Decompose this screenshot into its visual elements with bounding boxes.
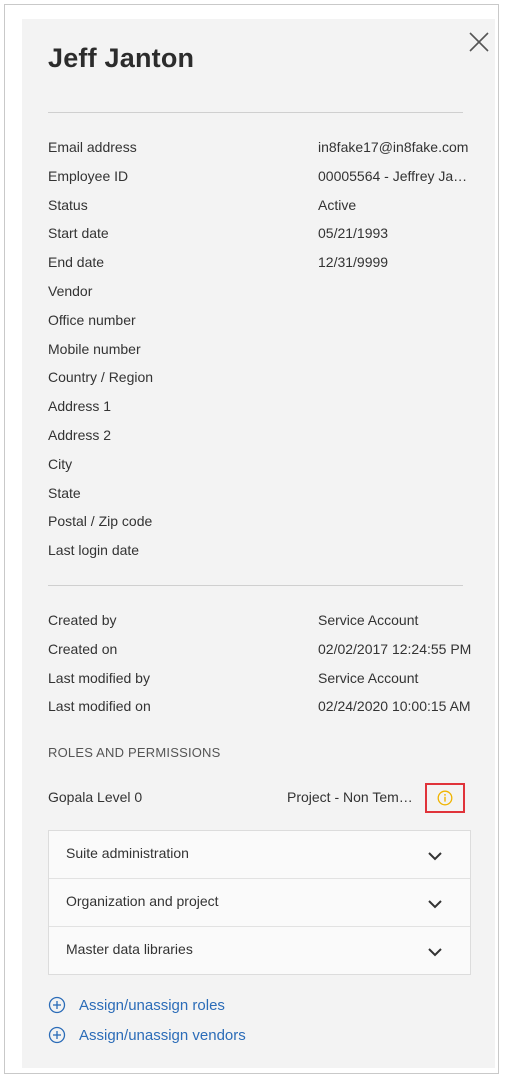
accordion-organization-and-project[interactable]: Organization and project xyxy=(49,879,470,927)
chevron-down-icon[interactable] xyxy=(427,946,443,958)
detail-label: Country / Region xyxy=(48,369,154,386)
detail-label: Vendor xyxy=(48,282,93,299)
detail-row-status: Status Active xyxy=(48,191,478,220)
accordion-label: Suite administration xyxy=(66,845,189,861)
link-label[interactable]: Assign/unassign vendors xyxy=(79,1027,246,1044)
audit-value: 02/24/2020 10:00:15 AM xyxy=(318,698,471,715)
detail-row-country-region: Country / Region xyxy=(48,363,478,392)
detail-row-email: Email address in8fake17@in8fake.com xyxy=(48,133,478,162)
detail-label: Postal / Zip code xyxy=(48,513,153,530)
detail-label: Address 2 xyxy=(48,426,112,443)
info-circle-icon[interactable] xyxy=(437,790,453,806)
detail-row-last-login: Last login date xyxy=(48,536,478,565)
detail-label: State xyxy=(48,484,81,501)
audit-label: Last modified by xyxy=(48,669,150,686)
detail-row-office-number: Office number xyxy=(48,306,478,335)
detail-row-start-date: Start date 05/21/1993 xyxy=(48,219,478,248)
detail-row-employee-id: Employee ID 00005564 - Jeffrey Janton xyxy=(48,162,478,191)
assign-roles-link[interactable]: Assign/unassign roles xyxy=(48,994,225,1016)
detail-value: Active xyxy=(318,196,357,213)
detail-label: Last login date xyxy=(48,542,140,559)
accordion-master-data-libraries[interactable]: Master data libraries xyxy=(49,927,470,974)
audit-row-created-on: Created on 02/02/2017 12:24:55 PM xyxy=(48,635,478,664)
divider xyxy=(48,585,463,586)
divider xyxy=(48,112,463,113)
detail-value: 00005564 - Jeffrey Janton xyxy=(318,167,473,184)
person-name: Jeff Janton xyxy=(48,43,195,73)
link-label[interactable]: Assign/unassign roles xyxy=(79,997,225,1014)
close-icon[interactable] xyxy=(467,30,491,54)
detail-label: Email address xyxy=(48,139,137,155)
audit-label: Created on xyxy=(48,640,118,657)
detail-row-mobile-number: Mobile number xyxy=(48,335,478,364)
detail-label: Status xyxy=(48,196,88,213)
detail-label: Start date xyxy=(48,225,109,242)
detail-label: End date xyxy=(48,254,105,271)
audit-value: 02/02/2017 12:24:55 PM xyxy=(318,640,472,657)
audit-row-last-modified-on: Last modified on 02/24/2020 10:00:15 AM xyxy=(48,692,478,721)
chevron-down-icon[interactable] xyxy=(427,850,443,862)
detail-row-end-date: End date 12/31/9999 xyxy=(48,248,478,277)
detail-row-vendor: Vendor xyxy=(48,277,478,306)
accordion-suite-administration[interactable]: Suite administration xyxy=(49,831,470,879)
detail-value: 12/31/9999 xyxy=(318,254,389,271)
detail-row-address-2: Address 2 xyxy=(48,421,478,450)
detail-value: 05/21/1993 xyxy=(318,225,389,242)
add-circle-icon xyxy=(48,1026,66,1044)
detail-row-city: City xyxy=(48,450,478,479)
chevron-down-icon[interactable] xyxy=(427,898,443,910)
audit-value: Service Account xyxy=(318,669,419,686)
detail-label: City xyxy=(48,455,73,472)
audit-label: Last modified on xyxy=(48,698,151,715)
assign-vendors-link[interactable]: Assign/unassign vendors xyxy=(48,1024,246,1046)
role-name: Gopala Level 0 xyxy=(48,789,143,805)
detail-label: Address 1 xyxy=(48,398,112,415)
role-info-highlight[interactable] xyxy=(425,783,465,813)
audit-row-created-by: Created by Service Account xyxy=(48,606,478,635)
role-scope: Project - Non Template xyxy=(287,789,417,805)
permissions-accordion: Suite administration Organization and pr… xyxy=(48,830,471,975)
audit-label: Created by xyxy=(48,612,117,628)
audit-row-last-modified-by: Last modified by Service Account xyxy=(48,664,478,693)
detail-label: Employee ID xyxy=(48,167,129,184)
detail-row-address-1: Address 1 xyxy=(48,392,478,421)
add-circle-icon xyxy=(48,996,66,1014)
roles-permissions-heading: ROLES AND PERMISSIONS xyxy=(48,745,221,760)
accordion-label: Master data libraries xyxy=(66,941,193,957)
detail-value: in8fake17@in8fake.com xyxy=(318,139,469,155)
audit-value: Service Account xyxy=(318,612,419,628)
detail-label: Mobile number xyxy=(48,340,141,357)
audit-list: Created by Service Account Created on 02… xyxy=(48,606,478,721)
detail-row-state: State xyxy=(48,479,478,508)
details-list: Email address in8fake17@in8fake.com Empl… xyxy=(48,133,478,565)
detail-label: Office number xyxy=(48,311,136,328)
detail-row-postal-code: Postal / Zip code xyxy=(48,507,478,536)
accordion-label: Organization and project xyxy=(66,893,219,909)
